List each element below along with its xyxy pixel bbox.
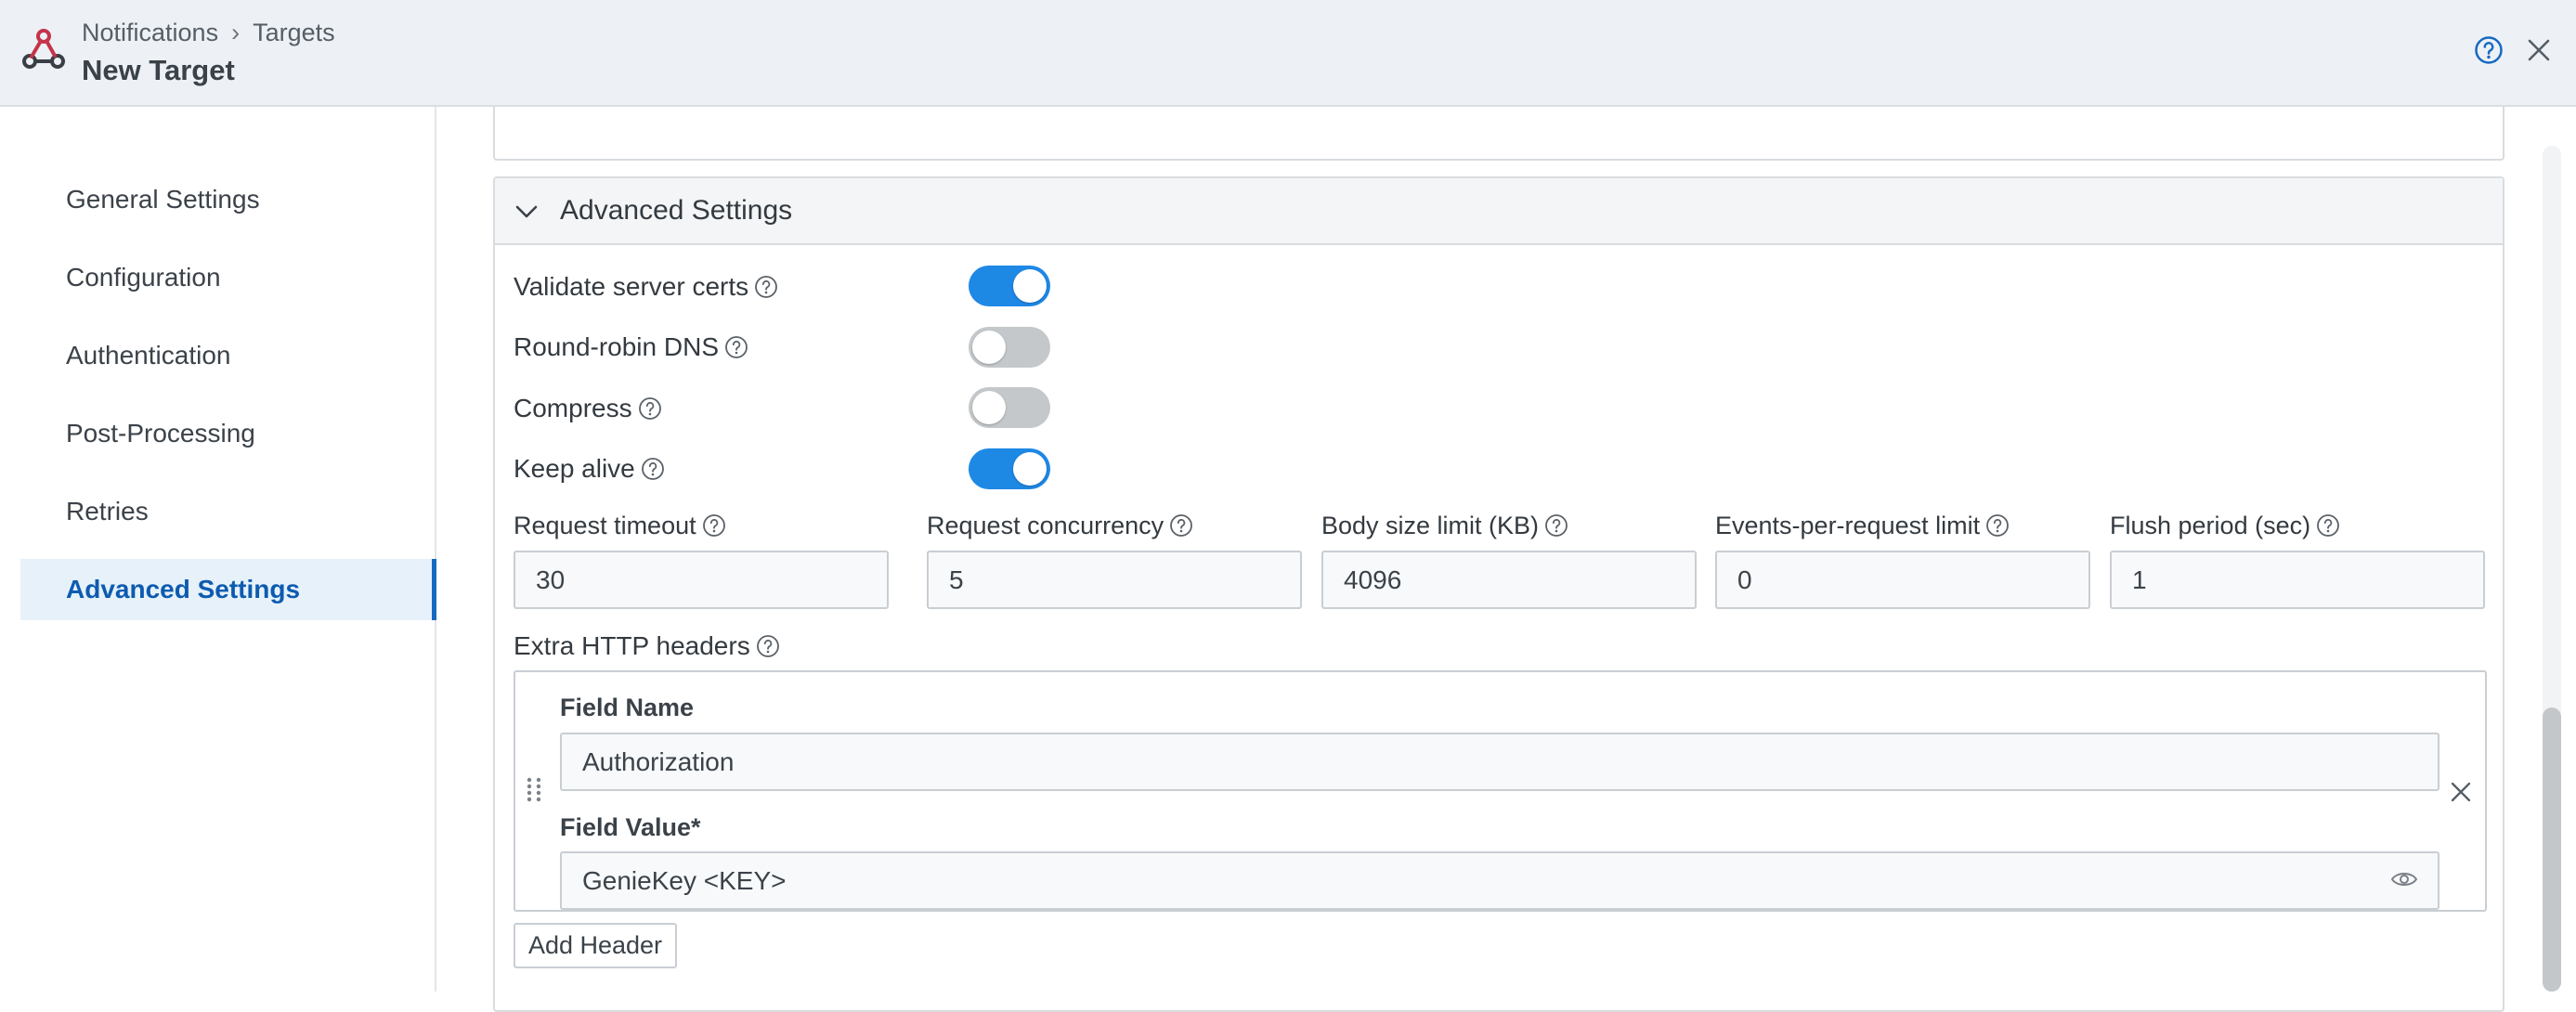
help-icon[interactable] xyxy=(754,275,778,299)
field-name-label: Field Name xyxy=(560,694,695,721)
breadcrumb-notifications[interactable]: Notifications xyxy=(82,19,218,47)
sidebar-item-configuration[interactable]: Configuration xyxy=(20,247,436,308)
drag-handle-icon[interactable] xyxy=(525,775,543,805)
request-concurrency-label: Request concurrency xyxy=(927,512,1193,540)
sidebar-item-retries[interactable]: Retries xyxy=(20,481,436,542)
request-timeout-input[interactable]: 30 xyxy=(514,551,889,609)
help-icon[interactable] xyxy=(1169,513,1193,538)
compress-toggle[interactable] xyxy=(969,387,1050,428)
field-value-label: Field Value* xyxy=(560,813,701,841)
sidebar xyxy=(0,107,436,992)
breadcrumb-targets[interactable]: Targets xyxy=(253,19,335,47)
help-icon[interactable] xyxy=(756,634,780,658)
help-icon[interactable] xyxy=(641,457,665,481)
sidebar-item-general-settings[interactable]: General Settings xyxy=(20,169,436,230)
request-concurrency-input[interactable]: 5 xyxy=(927,551,1302,609)
close-icon[interactable] xyxy=(2524,35,2554,65)
request-timeout-label: Request timeout xyxy=(514,512,726,540)
sidebar-item-advanced-settings[interactable]: Advanced Settings xyxy=(20,559,436,620)
toggle-knob xyxy=(972,391,1006,424)
validate-certs-text: Validate server certs xyxy=(514,272,749,301)
add-header-button[interactable]: Add Header xyxy=(514,923,677,968)
request-timeout-text: Request timeout xyxy=(514,512,696,539)
body-size-limit-input[interactable]: 4096 xyxy=(1321,551,1697,609)
field-value-input[interactable]: GenieKey <KEY> xyxy=(560,851,2439,910)
chevron-down-icon[interactable] xyxy=(514,199,540,225)
flush-period-input[interactable]: 1 xyxy=(2110,551,2485,609)
breadcrumb: Notifications › Targets xyxy=(82,19,335,47)
help-icon[interactable] xyxy=(638,396,662,421)
eye-icon[interactable] xyxy=(2390,868,2418,890)
keep-alive-label: Keep alive xyxy=(514,454,665,484)
flush-period-text: Flush period (sec) xyxy=(2110,512,2311,539)
round-robin-dns-toggle[interactable] xyxy=(969,327,1050,368)
previous-section-panel xyxy=(493,107,2504,161)
help-icon[interactable] xyxy=(2316,513,2340,538)
extra-headers-text: Extra HTTP headers xyxy=(514,631,750,660)
advanced-settings-header[interactable]: Advanced Settings xyxy=(495,178,2503,245)
events-per-request-label: Events-per-request limit xyxy=(1715,512,2010,540)
top-header: Notifications › Targets New Target xyxy=(0,0,2576,107)
sidebar-item-post-processing[interactable]: Post-Processing xyxy=(20,403,436,464)
validate-certs-toggle[interactable] xyxy=(969,266,1050,306)
toggle-knob xyxy=(1013,269,1047,303)
validate-certs-label: Validate server certs xyxy=(514,272,778,302)
field-name-input[interactable]: Authorization xyxy=(560,733,2439,791)
question-circle-icon[interactable] xyxy=(2474,35,2504,65)
round-robin-dns-text: Round-robin DNS xyxy=(514,332,719,361)
toggle-knob xyxy=(1013,452,1047,486)
keep-alive-toggle[interactable] xyxy=(969,448,1050,489)
help-icon[interactable] xyxy=(724,335,748,359)
help-icon[interactable] xyxy=(1985,513,2010,538)
events-per-request-text: Events-per-request limit xyxy=(1715,512,1981,539)
webhook-icon xyxy=(22,29,65,69)
keep-alive-text: Keep alive xyxy=(514,454,635,483)
extra-headers-label: Extra HTTP headers xyxy=(514,631,780,661)
events-per-request-input[interactable]: 0 xyxy=(1715,551,2090,609)
scrollbar-thumb[interactable] xyxy=(2543,707,2561,992)
body-size-limit-text: Body size limit (KB) xyxy=(1321,512,1540,539)
compress-label: Compress xyxy=(514,394,662,423)
breadcrumb-separator: › xyxy=(231,19,241,46)
help-icon[interactable] xyxy=(702,513,726,538)
request-concurrency-text: Request concurrency xyxy=(927,512,1164,539)
compress-text: Compress xyxy=(514,394,632,422)
round-robin-dns-label: Round-robin DNS xyxy=(514,332,748,362)
toggle-knob xyxy=(972,331,1006,364)
page-title: New Target xyxy=(82,54,235,86)
close-icon[interactable] xyxy=(2447,778,2475,806)
advanced-settings-title: Advanced Settings xyxy=(560,195,793,226)
flush-period-label: Flush period (sec) xyxy=(2110,512,2340,540)
help-icon[interactable] xyxy=(1544,513,1568,538)
sidebar-item-authentication[interactable]: Authentication xyxy=(20,325,436,386)
body-size-limit-label: Body size limit (KB) xyxy=(1321,512,1568,540)
